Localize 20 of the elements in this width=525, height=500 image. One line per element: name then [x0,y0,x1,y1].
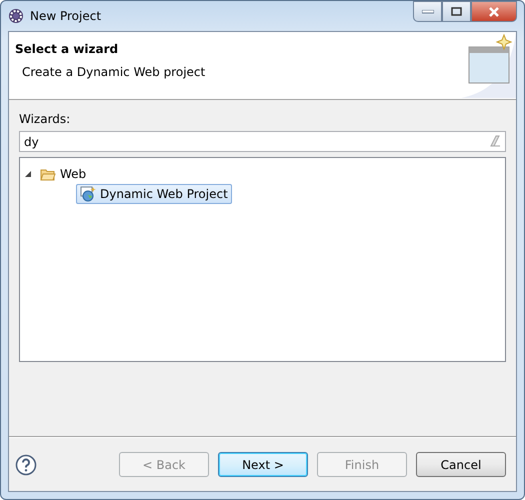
wizard-description: Create a Dynamic Web project [21,65,206,79]
close-button[interactable] [471,1,517,22]
maximize-icon [451,7,462,16]
wizard-button[interactable]: Next > [218,452,308,477]
minimize-icon [422,10,434,14]
tree-item[interactable]: Dynamic Web Project [76,184,232,204]
globe-project-icon [80,186,96,202]
maximize-button[interactable] [442,1,471,22]
wizard-title: Select a wizard [15,42,120,56]
close-icon [488,6,500,16]
window-title: New Project [30,9,102,23]
expanded-arrow-icon[interactable] [24,170,32,178]
wizard-button[interactable]: Cancel [416,452,506,477]
folder-icon [40,168,56,180]
tree-item[interactable]: Web [36,165,90,183]
gear-icon [8,8,24,24]
minimize-button[interactable] [413,1,442,22]
wizards-label: Wizards: [19,112,72,126]
filter-field[interactable]: dy [19,131,506,152]
help-icon[interactable] [15,454,37,476]
